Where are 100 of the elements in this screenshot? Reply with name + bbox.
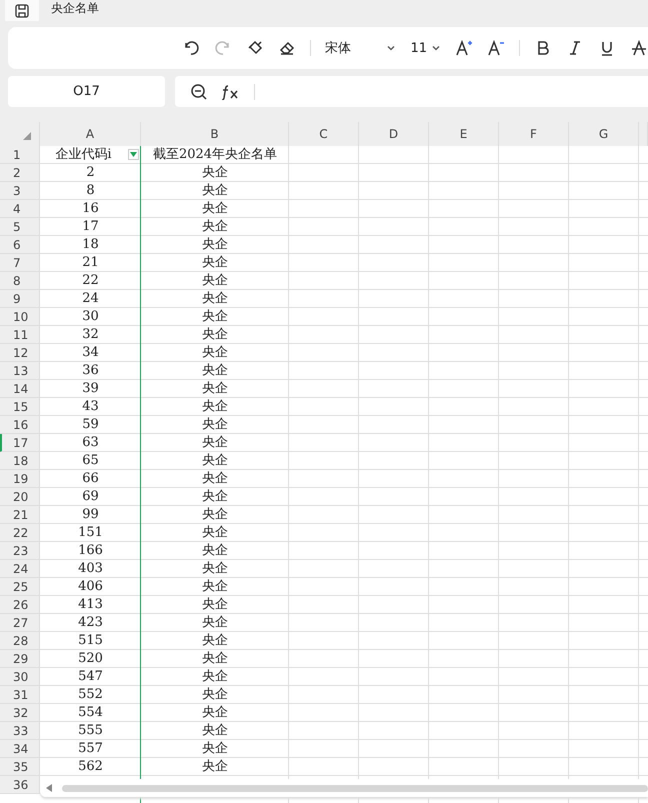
- table-cell: 24: [82, 291, 99, 307]
- row-header[interactable]: 30: [0, 668, 40, 686]
- table-cell: 央企: [202, 561, 228, 577]
- table-cell: 央企: [202, 597, 228, 613]
- row-header[interactable]: 1: [0, 146, 40, 164]
- zoom-out-icon[interactable]: [190, 82, 208, 100]
- column-header[interactable]: G: [569, 122, 639, 146]
- row-header[interactable]: 23: [0, 542, 40, 560]
- row-header[interactable]: 31: [0, 686, 40, 704]
- row-header[interactable]: 29: [0, 650, 40, 668]
- row-header[interactable]: 2: [0, 164, 40, 182]
- row-header[interactable]: 25: [0, 578, 40, 596]
- scroll-left-icon[interactable]: [46, 784, 52, 792]
- row-header[interactable]: 28: [0, 632, 40, 650]
- table-cell: 央企: [202, 381, 228, 397]
- table-cell: 32: [82, 327, 99, 343]
- table-cell: 547: [78, 669, 103, 685]
- table-cell: 央企: [202, 417, 228, 433]
- caret-icon: [431, 43, 441, 53]
- document-title: 央企名单: [51, 0, 99, 16]
- row-header[interactable]: 17: [0, 434, 40, 452]
- row-header[interactable]: 36: [0, 776, 40, 794]
- scrollbar-thumb[interactable]: [62, 784, 648, 792]
- row-header[interactable]: 15: [0, 398, 40, 416]
- save-icon[interactable]: [14, 2, 30, 18]
- table-cell: 18: [82, 237, 99, 253]
- row-header[interactable]: 33: [0, 722, 40, 740]
- table-cell: 央企: [202, 255, 228, 271]
- table-cell: 央企: [202, 633, 228, 649]
- increase-font-icon[interactable]: [455, 39, 473, 57]
- row-header[interactable]: 11: [0, 326, 40, 344]
- caret-icon: [386, 43, 396, 53]
- font-dropdown[interactable]: 宋体: [325, 39, 396, 57]
- row-header[interactable]: 4: [0, 200, 40, 218]
- column-header[interactable]: E: [429, 122, 499, 146]
- table-cell: 34: [82, 345, 99, 361]
- eraser-icon[interactable]: [278, 39, 296, 57]
- table-cell: 515: [78, 633, 103, 649]
- column-header[interactable]: C: [289, 122, 359, 146]
- table-cell: 552: [78, 687, 103, 703]
- table-cell: 36: [82, 363, 99, 379]
- table-cell: 16: [82, 201, 99, 217]
- brush-icon[interactable]: [246, 39, 264, 57]
- row-header[interactable]: 12: [0, 344, 40, 362]
- strikethrough-icon[interactable]: [630, 39, 648, 57]
- row-header[interactable]: 27: [0, 614, 40, 632]
- row-header[interactable]: 21: [0, 506, 40, 524]
- row-header[interactable]: 7: [0, 254, 40, 272]
- font-size-dropdown[interactable]: 11: [410, 40, 441, 56]
- table-cell: 66: [82, 471, 99, 487]
- column-header[interactable]: B: [141, 122, 289, 146]
- table-cell: 央企: [202, 669, 228, 685]
- table-cell: 央企: [202, 525, 228, 541]
- table-cell: 央企: [202, 219, 228, 235]
- table-cell: 央企: [202, 165, 228, 181]
- table-cell: 央企: [202, 453, 228, 469]
- row-header[interactable]: 16: [0, 416, 40, 434]
- row-header[interactable]: 3: [0, 182, 40, 200]
- row-header[interactable]: 18: [0, 452, 40, 470]
- table-cell: 企业代码i: [55, 147, 112, 163]
- table-cell: 423: [78, 615, 103, 631]
- table-cell: 央企: [202, 489, 228, 505]
- table-cell: 央企: [202, 183, 228, 199]
- row-header[interactable]: 26: [0, 596, 40, 614]
- table-cell: 17: [82, 219, 99, 235]
- horizontal-scrollbar[interactable]: [40, 779, 648, 797]
- row-header[interactable]: 32: [0, 704, 40, 722]
- column-header[interactable]: A: [40, 122, 141, 146]
- row-header[interactable]: 35: [0, 758, 40, 776]
- filter-button[interactable]: [128, 149, 139, 160]
- table-cell: 21: [82, 255, 99, 271]
- row-header[interactable]: 19: [0, 470, 40, 488]
- table-cell: 8: [86, 183, 95, 199]
- table-cell: 央企: [202, 615, 228, 631]
- table-cell: 央企: [202, 291, 228, 307]
- row-header[interactable]: 8: [0, 272, 40, 290]
- row-header[interactable]: 13: [0, 362, 40, 380]
- table-cell: 557: [78, 741, 103, 757]
- row-header[interactable]: 34: [0, 740, 40, 758]
- column-header[interactable]: D: [359, 122, 429, 146]
- row-header[interactable]: 20: [0, 488, 40, 506]
- name-box[interactable]: O17: [8, 76, 165, 107]
- row-header[interactable]: 5: [0, 218, 40, 236]
- table-cell: 央企: [202, 687, 228, 703]
- row-header[interactable]: 14: [0, 380, 40, 398]
- decrease-font-icon[interactable]: [487, 39, 505, 57]
- row-header[interactable]: 24: [0, 560, 40, 578]
- table-cell: 2: [86, 165, 95, 181]
- triangle-icon: [23, 132, 31, 140]
- table-cell: 520: [78, 651, 103, 667]
- row-header[interactable]: 9: [0, 290, 40, 308]
- table-cell: 555: [78, 723, 103, 739]
- row-header[interactable]: 10: [0, 308, 40, 326]
- column-header[interactable]: F: [499, 122, 569, 146]
- table-cell: 央企: [202, 543, 228, 559]
- row-header[interactable]: 22: [0, 524, 40, 542]
- table-cell: 151: [78, 525, 103, 541]
- table-cell: 166: [78, 543, 103, 559]
- table-cell: 央企: [202, 345, 228, 361]
- row-header[interactable]: 6: [0, 236, 40, 254]
